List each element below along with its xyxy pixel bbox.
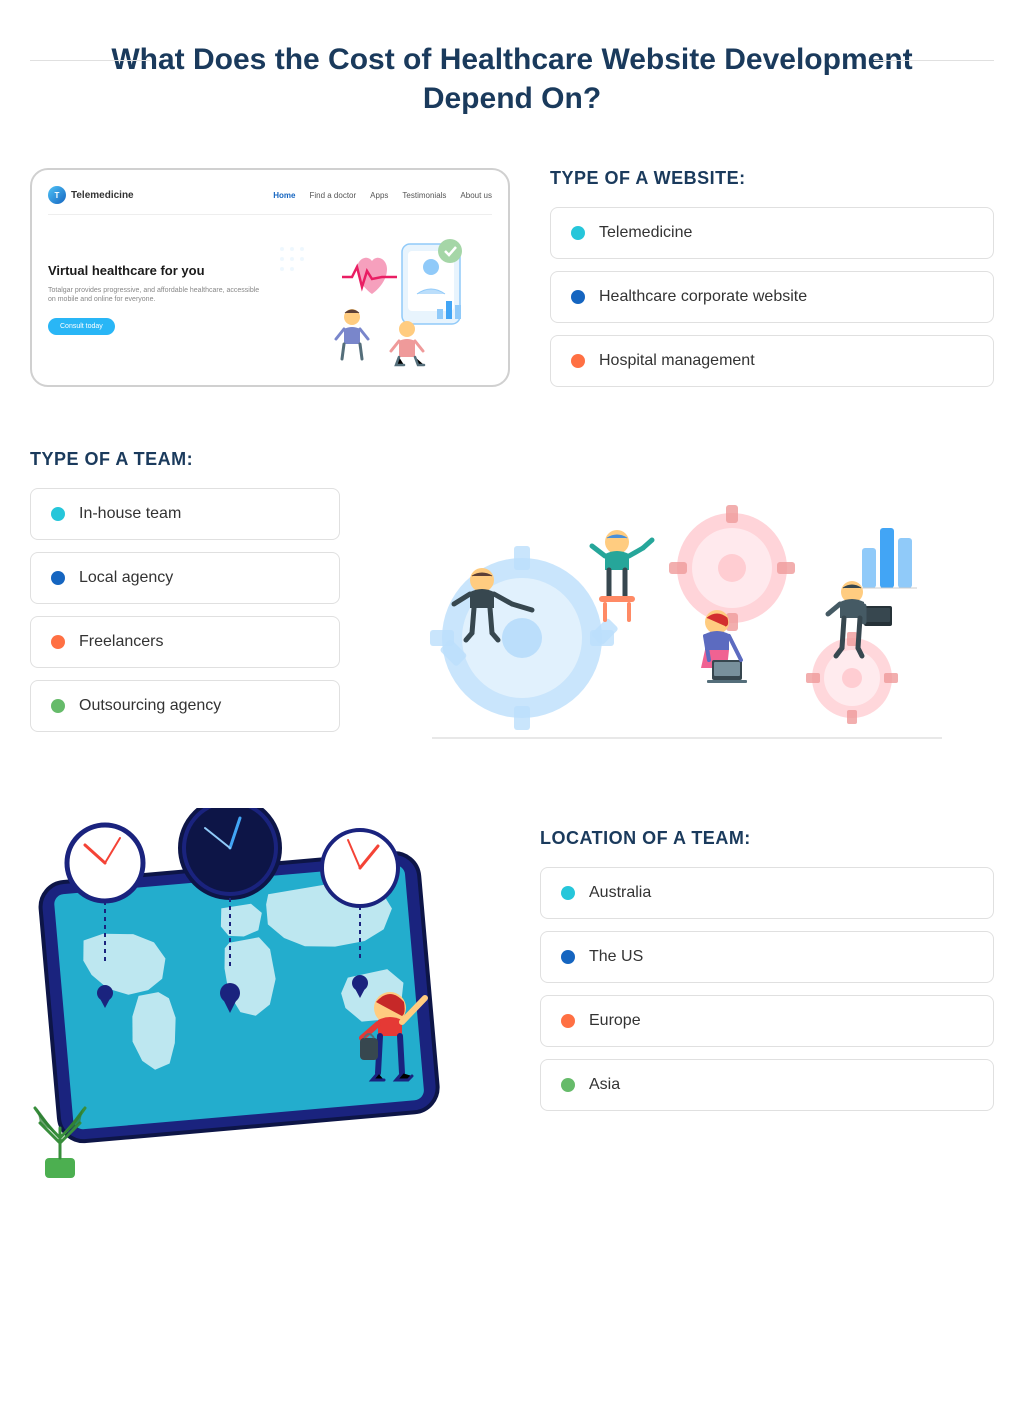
mockup-nav: T Telemedicine Home Find a doctor Apps T…: [48, 186, 492, 215]
website-type-telemedicine: Telemedicine: [550, 207, 994, 259]
dot-europe: [561, 1014, 575, 1028]
team-type-section: TYPE OF A TEAM: In-house team Local agen…: [0, 439, 1024, 798]
location-illustration: [30, 808, 510, 1188]
location-svg: [30, 808, 510, 1188]
mockup-nav-links: Home Find a doctor Apps Testimonials Abo…: [273, 191, 492, 200]
location-asia: Asia: [540, 1059, 994, 1111]
mockup-content: Virtual healthcare for you Totalgar prov…: [48, 215, 492, 369]
label-us: The US: [589, 948, 643, 966]
label-freelancers: Freelancers: [79, 633, 163, 651]
mockup-headline: Virtual healthcare for you: [48, 263, 262, 280]
label-local-agency: Local agency: [79, 569, 173, 587]
label-europe: Europe: [589, 1012, 641, 1030]
dot-local-agency: [51, 571, 65, 585]
team-gears-svg: [402, 488, 962, 768]
page-header: What Does the Cost of Healthcare Website…: [0, 0, 1024, 148]
team-freelancers: Freelancers: [30, 616, 340, 668]
label-corporate: Healthcare corporate website: [599, 288, 807, 306]
location-label: LOCATION OF A TEAM:: [540, 828, 994, 849]
website-type-hospital: Hospital management: [550, 335, 994, 387]
mockup-logo-text: Telemedicine: [71, 190, 134, 201]
mockup-logo: T Telemedicine: [48, 186, 134, 204]
dot-telemedicine: [571, 226, 585, 240]
label-australia: Australia: [589, 884, 651, 902]
website-type-column: TYPE OF A WEBSITE: Telemedicine Healthca…: [550, 168, 994, 399]
location-us: The US: [540, 931, 994, 983]
label-telemedicine: Telemedicine: [599, 224, 692, 242]
team-inhouse: In-house team: [30, 488, 340, 540]
label-inhouse: In-house team: [79, 505, 181, 523]
label-asia: Asia: [589, 1076, 620, 1094]
website-mockup: T Telemedicine Home Find a doctor Apps T…: [30, 168, 510, 387]
website-type-corporate: Healthcare corporate website: [550, 271, 994, 323]
location-europe: Europe: [540, 995, 994, 1047]
team-list: In-house team Local agency Freelancers O…: [30, 488, 340, 744]
nav-find-doctor: Find a doctor: [309, 191, 356, 200]
dot-australia: [561, 886, 575, 900]
team-illustration: [370, 488, 994, 768]
team-type-label: TYPE OF A TEAM:: [30, 449, 994, 470]
mockup-cta-button[interactable]: Consult today: [48, 318, 115, 335]
nav-home: Home: [273, 191, 295, 200]
mockup-desc: Totalgar provides progressive, and affor…: [48, 286, 262, 306]
team-outsourcing: Outsourcing agency: [30, 680, 340, 732]
nav-apps: Apps: [370, 191, 388, 200]
mockup-text-area: Virtual healthcare for you Totalgar prov…: [48, 263, 262, 335]
dot-corporate: [571, 290, 585, 304]
mockup-logo-circle: T: [48, 186, 66, 204]
dot-freelancers: [51, 635, 65, 649]
dot-asia: [561, 1078, 575, 1092]
dot-inhouse: [51, 507, 65, 521]
dot-us: [561, 950, 575, 964]
website-type-label: TYPE OF A WEBSITE:: [550, 168, 994, 189]
team-local-agency: Local agency: [30, 552, 340, 604]
location-section: LOCATION OF A TEAM: Australia The US Eur…: [0, 798, 1024, 1228]
location-australia: Australia: [540, 867, 994, 919]
website-type-section: T Telemedicine Home Find a doctor Apps T…: [0, 148, 1024, 439]
location-column: LOCATION OF A TEAM: Australia The US Eur…: [540, 808, 994, 1123]
page-title: What Does the Cost of Healthcare Website…: [60, 40, 964, 118]
label-outsourcing: Outsourcing agency: [79, 697, 221, 715]
nav-about: About us: [460, 191, 492, 200]
label-hospital: Hospital management: [599, 352, 755, 370]
nav-testimonials: Testimonials: [402, 191, 446, 200]
dot-hospital: [571, 354, 585, 368]
team-content: In-house team Local agency Freelancers O…: [30, 488, 994, 768]
telemedicine-illustration-svg: [272, 229, 492, 369]
mockup-illustration: [272, 229, 492, 369]
dot-outsourcing: [51, 699, 65, 713]
